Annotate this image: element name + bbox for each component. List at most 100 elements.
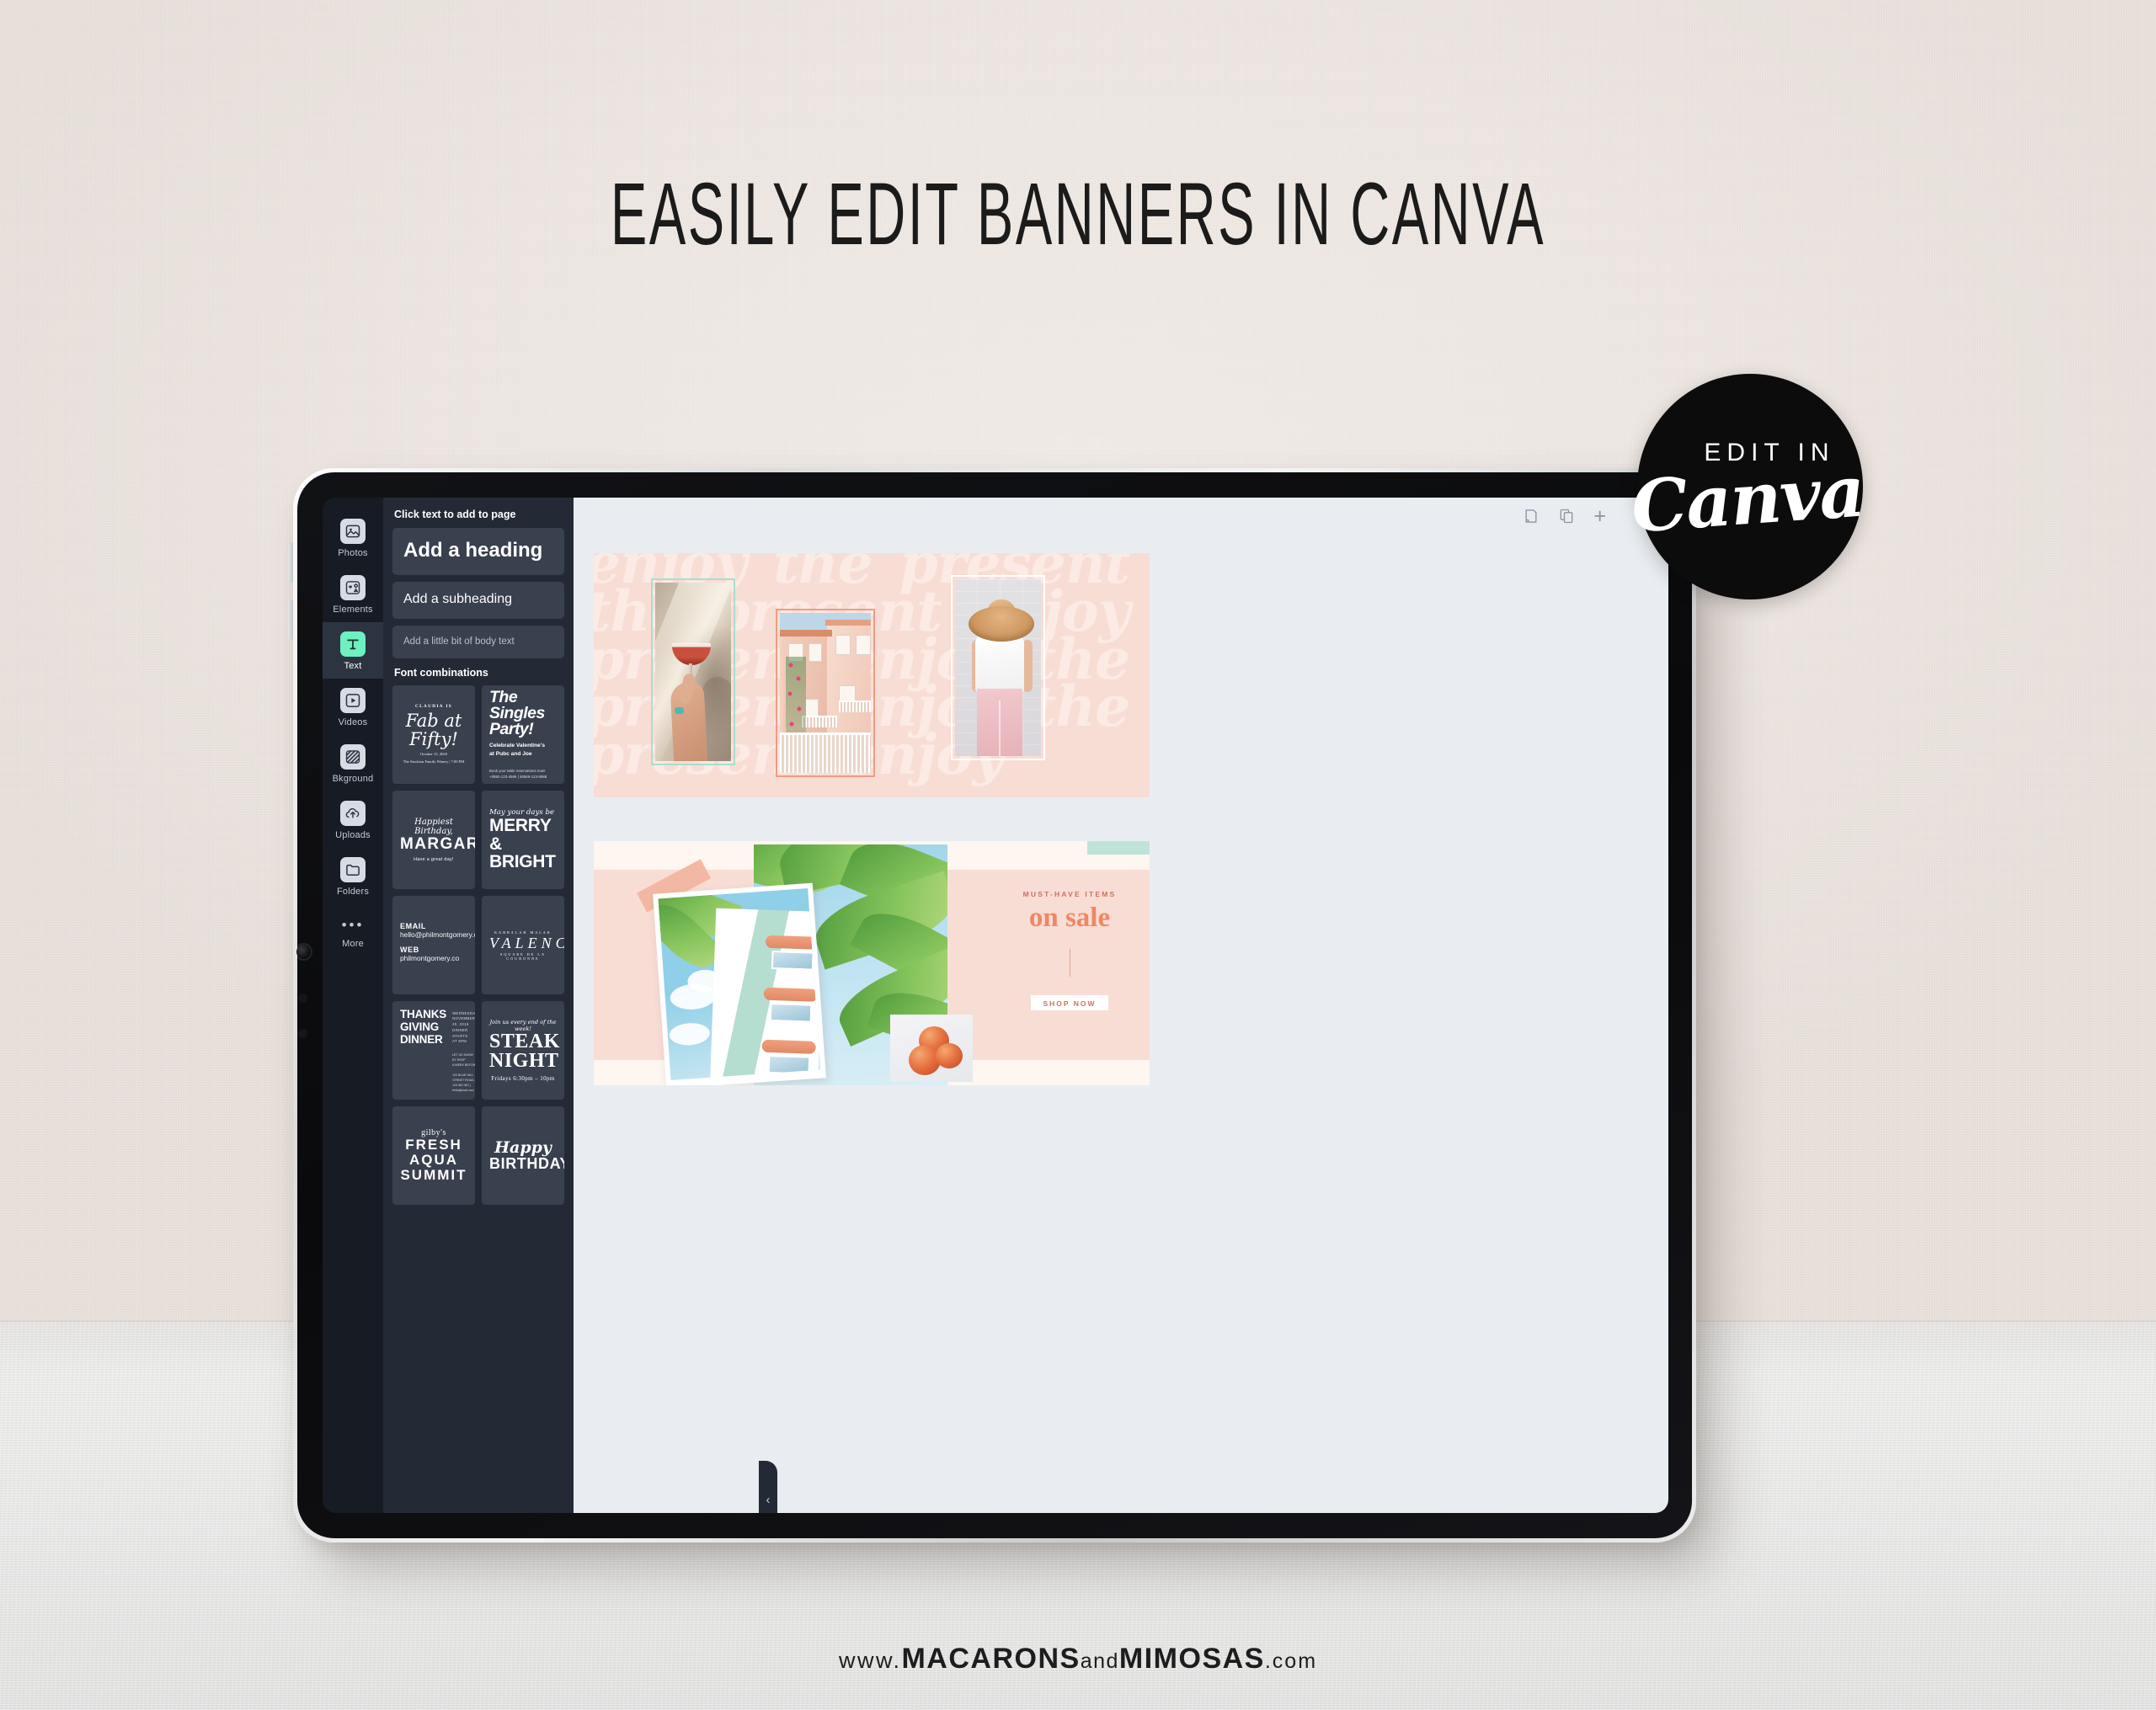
canva-sidebar: Photos Elements Text Videos Bkground Upl…	[323, 498, 383, 1513]
combo-title3: DINNER	[400, 1032, 443, 1046]
font-combination-grid: CLAUDIA IS Fab at Fifty! October 15, 202…	[392, 685, 564, 1205]
shop-now-button[interactable]: SHOP NOW	[1031, 995, 1108, 1010]
combo-line1: Fridays 6:30pm – 10pm	[491, 1075, 555, 1083]
footer-brand1: MACARONS	[901, 1643, 1081, 1675]
combo-label-web: WEB	[400, 945, 419, 954]
tablet-bezel: Photos Elements Text Videos Bkground Upl…	[297, 472, 1692, 1538]
font-combo-card[interactable]: May your days be MERRY & BRIGHT	[482, 791, 564, 889]
sale-text-block: MUST-HAVE ITEMS on sale SHOP NOW	[990, 890, 1150, 1010]
combo-line4: +0982-123-4569 | 48569-123-8988	[489, 775, 547, 780]
combo-line3: DINNER STARTS	[452, 1027, 468, 1038]
canvas-page-gap	[594, 797, 1150, 841]
banner-design-1[interactable]: enjoy the present the present enjoy pres…	[594, 553, 1150, 797]
sidebar-label-elements: Elements	[333, 605, 373, 615]
sidebar-label-folders: Folders	[336, 887, 370, 897]
combo-value-email: hello@philmontgomery.co	[400, 930, 475, 939]
combo-line8: 123 987-567 | hello@mail.com	[452, 1083, 474, 1092]
panel-collapse-handle[interactable]: ‹	[759, 1461, 777, 1513]
elements-icon	[340, 575, 366, 600]
combo-title: BIRTHDAY	[489, 1154, 564, 1172]
combo-title2: GIVING	[400, 1020, 440, 1033]
panel-heading: Click text to add to page	[394, 509, 516, 520]
peaches-photo[interactable]	[890, 1015, 973, 1082]
edit-in-canva-badge: EDIT IN Canva	[1629, 374, 1866, 599]
sidebar-item-videos[interactable]: Videos	[323, 679, 383, 735]
text-icon	[340, 631, 366, 657]
font-combo-card[interactable]: Happy BIRTHDAY	[482, 1106, 564, 1205]
front-camera	[296, 945, 311, 959]
folders-icon	[340, 857, 366, 882]
sidebar-label-background: Bkground	[332, 774, 374, 784]
font-combo-card[interactable]: gilby's FRESH AQUA SUMMIT	[392, 1106, 475, 1205]
sidebar-label-videos: Videos	[338, 717, 368, 727]
font-combo-card[interactable]: The Singles Party! Celebrate Valentine's…	[482, 685, 564, 784]
font-combo-card[interactable]: KABBALAH MALAK VALENCE SQUARE DE LA COUR…	[482, 896, 564, 994]
combo-line6: A WEEK BEFORE	[452, 1063, 475, 1067]
duplicate-icon[interactable]	[1558, 508, 1575, 525]
tablet-screen: Photos Elements Text Videos Bkground Upl…	[323, 498, 1668, 1513]
sidebar-item-more[interactable]: ••• More	[323, 904, 383, 956]
sidebar-item-uploads[interactable]: Uploads	[323, 791, 383, 848]
art-deco-building-photo[interactable]	[653, 882, 826, 1085]
font-combo-card[interactable]: CLAUDIA IS Fab at Fifty! October 15, 202…	[392, 685, 475, 784]
cocktail-photo[interactable]	[651, 578, 735, 765]
combo-line2: at Pubc and Joe	[489, 751, 532, 758]
badge-canva-label: Canva	[1629, 449, 1866, 549]
font-combo-card[interactable]: THANKS GIVING DINNER WEDNESDAY NOVEMBER …	[392, 1001, 475, 1100]
videos-icon	[340, 688, 366, 713]
page-title: EASILY EDIT BANNERS IN CANVA	[610, 165, 1546, 264]
font-combinations-heading: Font combinations	[394, 667, 488, 679]
text-panel: Click text to add to page Add a heading …	[383, 498, 574, 1513]
footer-com: .com	[1264, 1649, 1318, 1673]
combo-line5: LET US KNOW BY RSVP	[452, 1053, 473, 1062]
font-combo-card[interactable]: Happiest Birthday, MARGARET! Have a grea…	[392, 791, 475, 889]
hat-woman-photo[interactable]	[951, 575, 1045, 760]
canva-canvas-area: + enjoy the present the present enjoy pr…	[574, 498, 1668, 1513]
sidebar-item-elements[interactable]: Elements	[323, 566, 383, 622]
add-subheading-button[interactable]: Add a subheading	[392, 582, 564, 619]
combo-title: MARGARET!	[400, 835, 475, 854]
footer-and: and	[1080, 1649, 1119, 1673]
combo-title2: & BRIGHT	[489, 834, 556, 872]
add-body-text-button[interactable]: Add a little bit of body text	[392, 626, 564, 658]
sidebar-label-photos: Photos	[338, 548, 368, 558]
footer-www: www.	[838, 1648, 902, 1673]
combo-title: STEAK	[489, 1030, 560, 1052]
combo-title: FRESH AQUA	[405, 1137, 462, 1169]
banner-design-2[interactable]: MUST-HAVE ITEMS on sale SHOP NOW	[594, 841, 1150, 1085]
combo-line1: October 15, 2020	[419, 752, 448, 757]
add-page-icon[interactable]: +	[1593, 506, 1606, 527]
hat-woman-photo-image	[955, 579, 1041, 756]
combo-line1: SQUARE DE LA COURONNE	[499, 951, 546, 961]
sidebar-item-text[interactable]: Text	[323, 622, 383, 679]
sidebar-item-background[interactable]: Bkground	[323, 735, 383, 791]
photos-icon	[340, 519, 366, 544]
combo-line7: 123 BLUE HILL STREET ROAD,	[452, 1073, 475, 1083]
more-dots-icon: •••	[341, 917, 365, 933]
font-combo-card[interactable]: EMAIL hello@philmontgomery.co WEB philmo…	[392, 896, 475, 994]
combo-kicker: Happiest Birthday,	[414, 818, 453, 837]
combo-title: The Singles Party!	[489, 687, 545, 738]
combo-line3: Book your table reservations now!	[489, 769, 546, 774]
notes-icon[interactable]	[1523, 508, 1540, 525]
combo-title: VALENCE	[489, 934, 564, 951]
sidebar-item-folders[interactable]: Folders	[323, 848, 383, 904]
add-heading-button[interactable]: Add a heading	[392, 528, 564, 575]
combo-line1: Have a great day!	[414, 856, 454, 862]
pink-building-photo[interactable]	[776, 609, 875, 777]
combo-line2: NOVEMBER 20, 2019	[452, 1016, 475, 1027]
font-combo-card[interactable]: Join us every end of the week! STEAK NIG…	[482, 1001, 564, 1100]
tablet-device: Photos Elements Text Videos Bkground Upl…	[293, 468, 1696, 1542]
combo-label-email: EMAIL	[400, 921, 426, 930]
sidebar-item-photos[interactable]: Photos	[323, 509, 383, 566]
combo-title: MERRY	[489, 816, 552, 836]
combo-value-web: philmontgomery.co	[400, 953, 460, 962]
combo-title: Fab at Fifty!	[405, 711, 462, 750]
footer-brand2: MIMOSAS	[1118, 1643, 1265, 1675]
pink-building-photo-image	[780, 613, 871, 773]
uploads-icon	[340, 801, 366, 826]
combo-title2: SUMMIT	[400, 1166, 467, 1183]
sensor-dot-1	[298, 994, 307, 1003]
combo-title: THANKS	[400, 1007, 447, 1020]
canvas-toolbar: +	[1523, 506, 1606, 527]
